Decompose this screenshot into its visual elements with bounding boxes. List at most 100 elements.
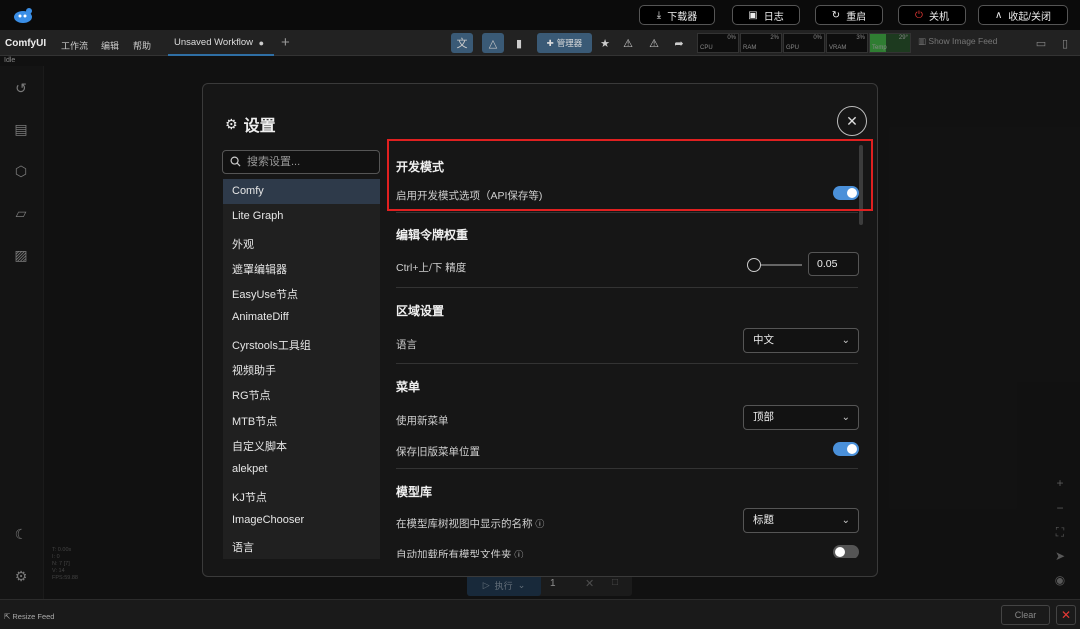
temp-label: Temp [872,45,887,51]
collapse-close-label: 收起/关闭 [1008,11,1052,23]
category-item[interactable]: Lite Graph [223,204,380,229]
category-item[interactable]: KJ节点 [223,483,380,508]
terminal-icon: ▣ [748,9,758,21]
menu-workflow[interactable]: 工作流 [61,39,88,52]
new-menu-value: 顶部 [753,411,774,423]
workflow-tab[interactable]: Unsaved Workflow ● [168,30,274,56]
comfy-logo-icon [14,8,32,23]
ram-label: RAM [743,45,757,51]
divider [396,468,858,469]
share-icon[interactable]: ➦ [668,33,690,53]
vram-value: 3% [856,35,865,41]
gpu-monitor: GPU 0% [783,33,825,53]
category-list: Comfy Lite Graph 外观 遮罩编辑器 EasyUse节点 Anim… [223,179,380,559]
precision-input[interactable]: 0.05 [808,252,859,276]
language-select[interactable]: 中文 ⌄ [743,328,859,353]
app-brand: ComfyUI [5,38,47,49]
menu-edit[interactable]: 编辑 [101,39,119,52]
category-item[interactable]: Comfy [223,179,380,205]
downloader-button[interactable]: ⤓ 下载器 [639,5,715,25]
new-menu-select[interactable]: 顶部 ⌄ [743,405,859,430]
divider [396,212,858,213]
translate-icon[interactable]: 文 [451,33,473,53]
chevron-down-icon: ⌄ [841,412,850,423]
manager-button[interactable]: ✚ 管理器 [537,33,592,53]
gear-icon: ⚙ [225,115,238,132]
section-edit-token: 编辑令牌权重 [396,228,469,242]
collapse-close-button[interactable]: ∧ 收起/关闭 [978,5,1068,25]
category-item[interactable]: 遮罩编辑器 [223,255,380,280]
category-item[interactable]: 视频助手 [223,356,380,381]
downloader-label: 下载器 [667,11,698,23]
language-label: 语言 [396,339,417,351]
clear-button[interactable]: Clear [1001,605,1050,625]
sidebar-toggle-icon[interactable]: ▯ [1054,33,1076,53]
close-feed-icon[interactable]: ✕ [1056,605,1076,625]
restart-button[interactable]: ↻ 重启 [815,5,883,25]
chevron-down-icon: ⌄ [841,515,850,526]
toggle-knob [835,547,845,557]
star-icon[interactable]: ★ [594,33,616,53]
info-icon[interactable]: ⓘ [514,550,523,558]
info-icon[interactable]: ⓘ [535,519,544,529]
log-button[interactable]: ▣ 日志 [732,5,800,25]
close-dialog-button[interactable]: ✕ [837,106,867,136]
show-image-feed-button[interactable]: ▥ Show Image Feed [918,36,997,47]
section-menu: 菜单 [396,380,421,394]
node-a-icon[interactable]: ⚠ [617,33,639,53]
menu-help[interactable]: 帮助 [133,39,151,52]
panel-icon[interactable]: ▭ [1030,33,1052,53]
highlight-box [387,139,873,211]
settings-search-input[interactable]: 搜索设置... [222,150,380,174]
cpu-value: 0% [727,35,736,41]
model-name-select[interactable]: 标题 ⌄ [743,508,859,533]
auto-load-toggle[interactable] [833,545,859,558]
bottom-bar: ⇱ Resize Feed [0,599,1080,629]
legacy-menu-toggle[interactable] [833,442,859,456]
shutdown-label: 关机 [928,11,949,23]
manager-label: 管理器 [556,38,583,48]
category-item[interactable]: EasyUse节点 [223,280,380,305]
ram-value: 2% [770,35,779,41]
resize-feed-button[interactable]: ⇱ Resize Feed [4,612,54,621]
auto-load-label: 自动加载所有模型文件夹 ⓘ [396,547,523,558]
category-item[interactable]: 语言 [223,533,380,558]
category-item[interactable]: Cyrstools工具组 [223,331,380,356]
download-icon: ⤓ [656,9,662,21]
temp-monitor: Temp 29° [869,33,911,53]
category-item[interactable]: MTB节点 [223,407,380,432]
bookmark-icon[interactable]: ▮ [508,33,530,53]
token-precision-label: Ctrl+上/下 精度 [396,262,467,274]
shutdown-button[interactable]: ⏻ 关机 [898,5,966,25]
power-icon: ⏻ [915,9,923,21]
category-item[interactable]: RG节点 [223,381,380,406]
vram-monitor: VRAM 3% [826,33,868,53]
chevron-down-icon: ⌄ [841,335,850,346]
add-tab-icon[interactable]: + [281,34,290,51]
vram-label: VRAM [829,45,847,51]
unsaved-dot-icon: ● [258,38,264,48]
precision-slider-handle[interactable] [747,258,761,272]
restart-label: 重启 [846,11,867,23]
ruler-icon[interactable]: △ [482,33,504,53]
ram-monitor: RAM 2% [740,33,782,53]
workflow-tab-label: Unsaved Workflow [174,37,254,48]
dialog-title-text: 设置 [243,118,276,135]
language-value: 中文 [753,334,774,346]
resize-feed-label: Resize Feed [12,612,55,621]
show-image-feed-label: Show Image Feed [928,36,998,46]
category-item[interactable]: AnimateDiff [223,305,380,330]
category-item[interactable]: ImageChooser [223,508,380,533]
category-item[interactable]: alekpet [223,457,380,482]
node-b-icon[interactable]: ⚠ [643,33,665,53]
category-item[interactable]: 自定义脚本 [223,432,380,457]
category-item[interactable]: 外观 [223,230,380,255]
divider [396,363,858,364]
precision-slider-track[interactable] [754,264,802,266]
gpu-label: GPU [786,45,800,51]
puzzle-icon: ✚ [546,37,554,48]
top-bar: ⤓ 下载器 ▣ 日志 ↻ 重启 ⏻ 关机 ∧ 收起/关闭 [0,0,1080,30]
search-placeholder: 搜索设置... [247,156,301,168]
auto-load-label-text: 自动加载所有模型文件夹 [396,549,512,558]
new-menu-label: 使用新菜单 [396,415,449,427]
